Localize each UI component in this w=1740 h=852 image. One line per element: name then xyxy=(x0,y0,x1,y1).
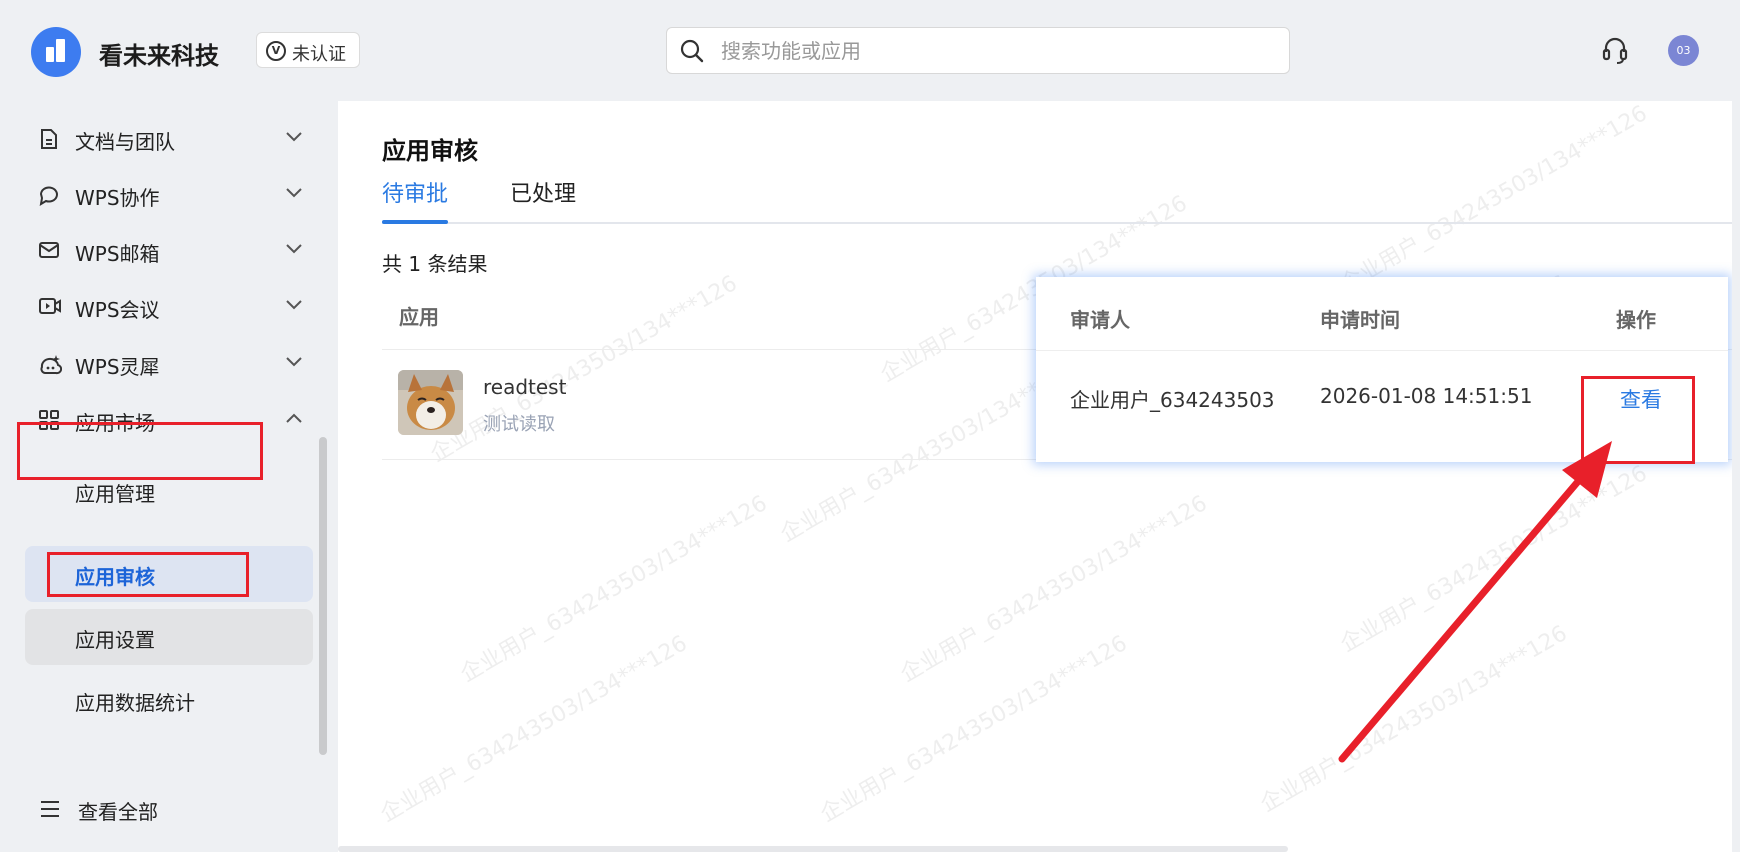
applicant-cell: 企业用户_634243503 xyxy=(1070,388,1275,412)
horizontal-scrollbar[interactable] xyxy=(338,846,1288,852)
chevron-down-icon xyxy=(286,244,302,254)
chat-icon xyxy=(39,186,58,206)
company-name: 看未来科技 xyxy=(99,42,219,70)
chevron-down-icon xyxy=(286,132,302,142)
grid-icon xyxy=(39,410,59,430)
sidebar-item-label: WPS会议 xyxy=(75,298,160,322)
chevron-up-icon xyxy=(286,413,302,423)
search-box[interactable] xyxy=(666,27,1290,74)
verify-badge[interactable]: V 未认证 xyxy=(256,32,360,68)
column-header-action: 操作 xyxy=(1616,308,1656,332)
mail-icon xyxy=(39,242,59,258)
app-description: 测试读取 xyxy=(483,414,555,435)
sidebar-subitem-app-settings[interactable]: 应用设置 xyxy=(25,609,313,665)
sidebar-subitem-label: 应用管理 xyxy=(75,482,155,506)
search-icon xyxy=(680,39,704,63)
column-header-time: 申请时间 xyxy=(1320,308,1400,332)
page-title: 应用审核 xyxy=(382,137,478,165)
watermark: 企业用户_634243503/134***126 xyxy=(896,490,1212,688)
sidebar-item-label: WPS协作 xyxy=(75,186,160,210)
sidebar-subitem-label: 应用数据统计 xyxy=(75,691,195,715)
tab-pending[interactable]: 待审批 xyxy=(382,176,448,208)
tabs-divider xyxy=(382,222,1732,224)
sidebar-scrollbar[interactable] xyxy=(319,437,327,755)
tab-processed[interactable]: 已处理 xyxy=(510,176,576,208)
sidebar: 文档与团队 WPS协作 WPS邮箱 WPS会议 WPS灵犀 应用市场 应用管理 … xyxy=(0,101,335,852)
sidebar-item-docs[interactable]: 文档与团队 xyxy=(0,114,320,162)
sidebar-item-label: WPS邮箱 xyxy=(75,242,160,266)
result-count: 共 1 条结果 xyxy=(382,252,488,276)
sidebar-item-meeting[interactable]: WPS会议 xyxy=(0,282,320,330)
sidebar-item-app-market[interactable]: 应用市场 xyxy=(0,395,320,443)
watermark: 企业用户_634243503/134***126 xyxy=(1256,620,1572,818)
watermark: 企业用户_634243503/134***126 xyxy=(426,270,742,468)
view-button[interactable]: 查看 xyxy=(1620,384,1662,414)
company-logo[interactable] xyxy=(31,27,81,77)
active-tab-indicator xyxy=(382,220,448,224)
time-cell: 2026-01-08 14:51:51 xyxy=(1320,384,1533,408)
search-input[interactable] xyxy=(719,36,1263,66)
main-panel: 企业用户_634243503/134***126 企业用户_634243503/… xyxy=(338,101,1732,852)
ai-icon xyxy=(40,355,62,375)
watermark: 企业用户_634243503/134***126 xyxy=(376,630,692,828)
top-bar: 看未来科技 V 未认证 03 xyxy=(0,0,1740,101)
video-icon xyxy=(39,298,61,314)
headset-icon[interactable] xyxy=(1601,36,1629,66)
watermark: 企业用户_634243503/134***126 xyxy=(1336,460,1652,658)
sidebar-item-mail[interactable]: WPS邮箱 xyxy=(0,226,320,274)
sidebar-subitem-label: 应用设置 xyxy=(75,628,155,652)
watermark: 企业用户_634243503/134***126 xyxy=(1336,101,1652,298)
sidebar-item-label: 应用市场 xyxy=(75,411,155,435)
sidebar-item-label: WPS灵犀 xyxy=(75,355,160,379)
view-all-label: 查看全部 xyxy=(78,800,158,824)
sidebar-item-lingxi[interactable]: WPS灵犀 xyxy=(0,339,320,387)
chevron-down-icon xyxy=(286,357,302,367)
sidebar-subitem-app-review[interactable]: 应用审核 xyxy=(25,546,313,602)
sidebar-subitem-label: 应用审核 xyxy=(75,565,155,589)
column-header-applicant: 审请人 xyxy=(1070,308,1130,332)
sidebar-item-label: 文档与团队 xyxy=(75,130,175,154)
view-all-button[interactable]: 查看全部 xyxy=(0,784,320,832)
chevron-down-icon xyxy=(286,300,302,310)
app-name: readtest xyxy=(483,375,567,399)
document-icon xyxy=(41,129,57,149)
watermark: 企业用户_634243503/134***126 xyxy=(816,630,1132,828)
column-header-app: 应用 xyxy=(399,305,439,329)
verify-label: 未认证 xyxy=(292,44,346,65)
app-thumbnail xyxy=(398,370,463,435)
table-divider xyxy=(1036,350,1728,351)
watermark: 企业用户_634243503/134***126 xyxy=(456,490,772,688)
avatar[interactable]: 03 xyxy=(1668,35,1699,66)
sidebar-subitem-app-manage[interactable]: 应用管理 xyxy=(25,463,313,519)
verify-icon: V xyxy=(266,41,286,61)
sidebar-subitem-app-stats[interactable]: 应用数据统计 xyxy=(25,672,313,728)
chevron-down-icon xyxy=(286,188,302,198)
menu-icon xyxy=(41,801,59,817)
fixed-columns-panel: 审请人 申请时间 操作 企业用户_634243503 2026-01-08 14… xyxy=(1036,277,1728,462)
sidebar-item-collab[interactable]: WPS协作 xyxy=(0,170,320,218)
